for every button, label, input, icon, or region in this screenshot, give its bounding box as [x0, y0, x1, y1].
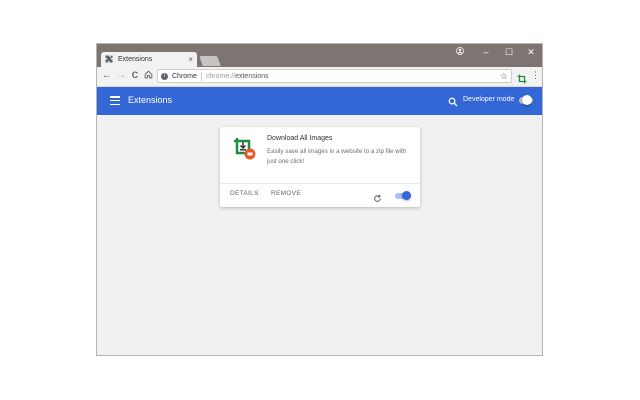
toggle-knob — [402, 191, 411, 200]
title-bar: Extensions × – ☐ ✕ — [97, 44, 542, 67]
puzzle-icon — [105, 55, 115, 65]
reload-icon[interactable] — [373, 190, 382, 202]
home-icon[interactable] — [142, 70, 154, 82]
hamburger-icon[interactable] — [110, 96, 120, 105]
crop-extension-icon[interactable] — [517, 71, 527, 84]
browser-window: Extensions × – ☐ ✕ ← → C i Chrome chrome… — [96, 43, 543, 356]
minimize-button[interactable]: – — [480, 47, 492, 57]
download-all-images-icon — [232, 136, 256, 160]
forward-button[interactable]: → — [115, 70, 127, 81]
developer-mode-label: Developer mode — [463, 96, 515, 103]
tab-close-icon[interactable]: × — [188, 55, 193, 64]
site-name: Chrome — [172, 72, 197, 80]
page-title: Extensions — [128, 95, 173, 105]
chrome-menu-icon[interactable]: ⋮ — [531, 70, 540, 81]
search-icon[interactable] — [448, 94, 458, 107]
details-button[interactable]: DETAILS — [230, 190, 259, 197]
card-divider — [220, 183, 420, 184]
reload-button[interactable]: C — [129, 70, 141, 80]
account-icon[interactable] — [454, 47, 466, 57]
browser-toolbar: ← → C i Chrome chrome://extensions ☆ ⋮ — [97, 67, 542, 87]
info-icon[interactable]: i — [161, 72, 168, 80]
extension-name: Download All Images — [267, 135, 333, 142]
back-button[interactable]: ← — [101, 70, 113, 81]
maximize-button[interactable]: ☐ — [503, 47, 515, 58]
remove-button[interactable]: REMOVE — [271, 190, 301, 197]
extension-enable-toggle[interactable] — [395, 191, 411, 200]
new-tab-button[interactable] — [199, 56, 221, 66]
close-window-button[interactable]: ✕ — [525, 47, 537, 58]
tab-extensions[interactable]: Extensions × — [101, 52, 197, 67]
url-text[interactable]: chrome://extensions — [206, 73, 500, 80]
url-scheme: chrome:// — [205, 72, 236, 80]
tab-title: Extensions — [118, 56, 153, 63]
omnibox-divider — [200, 71, 202, 81]
extensions-app-bar: Extensions Developer mode — [97, 87, 542, 115]
star-icon[interactable]: ☆ — [500, 71, 508, 82]
toggle-knob — [522, 95, 532, 105]
extension-card: Download All Images Easily save all imag… — [220, 127, 420, 207]
developer-mode-toggle[interactable] — [519, 95, 533, 105]
extension-description: Easily save all images in a website to a… — [267, 148, 407, 165]
url-path: extensions — [235, 72, 269, 80]
address-bar[interactable]: i Chrome chrome://extensions ☆ — [157, 69, 512, 83]
